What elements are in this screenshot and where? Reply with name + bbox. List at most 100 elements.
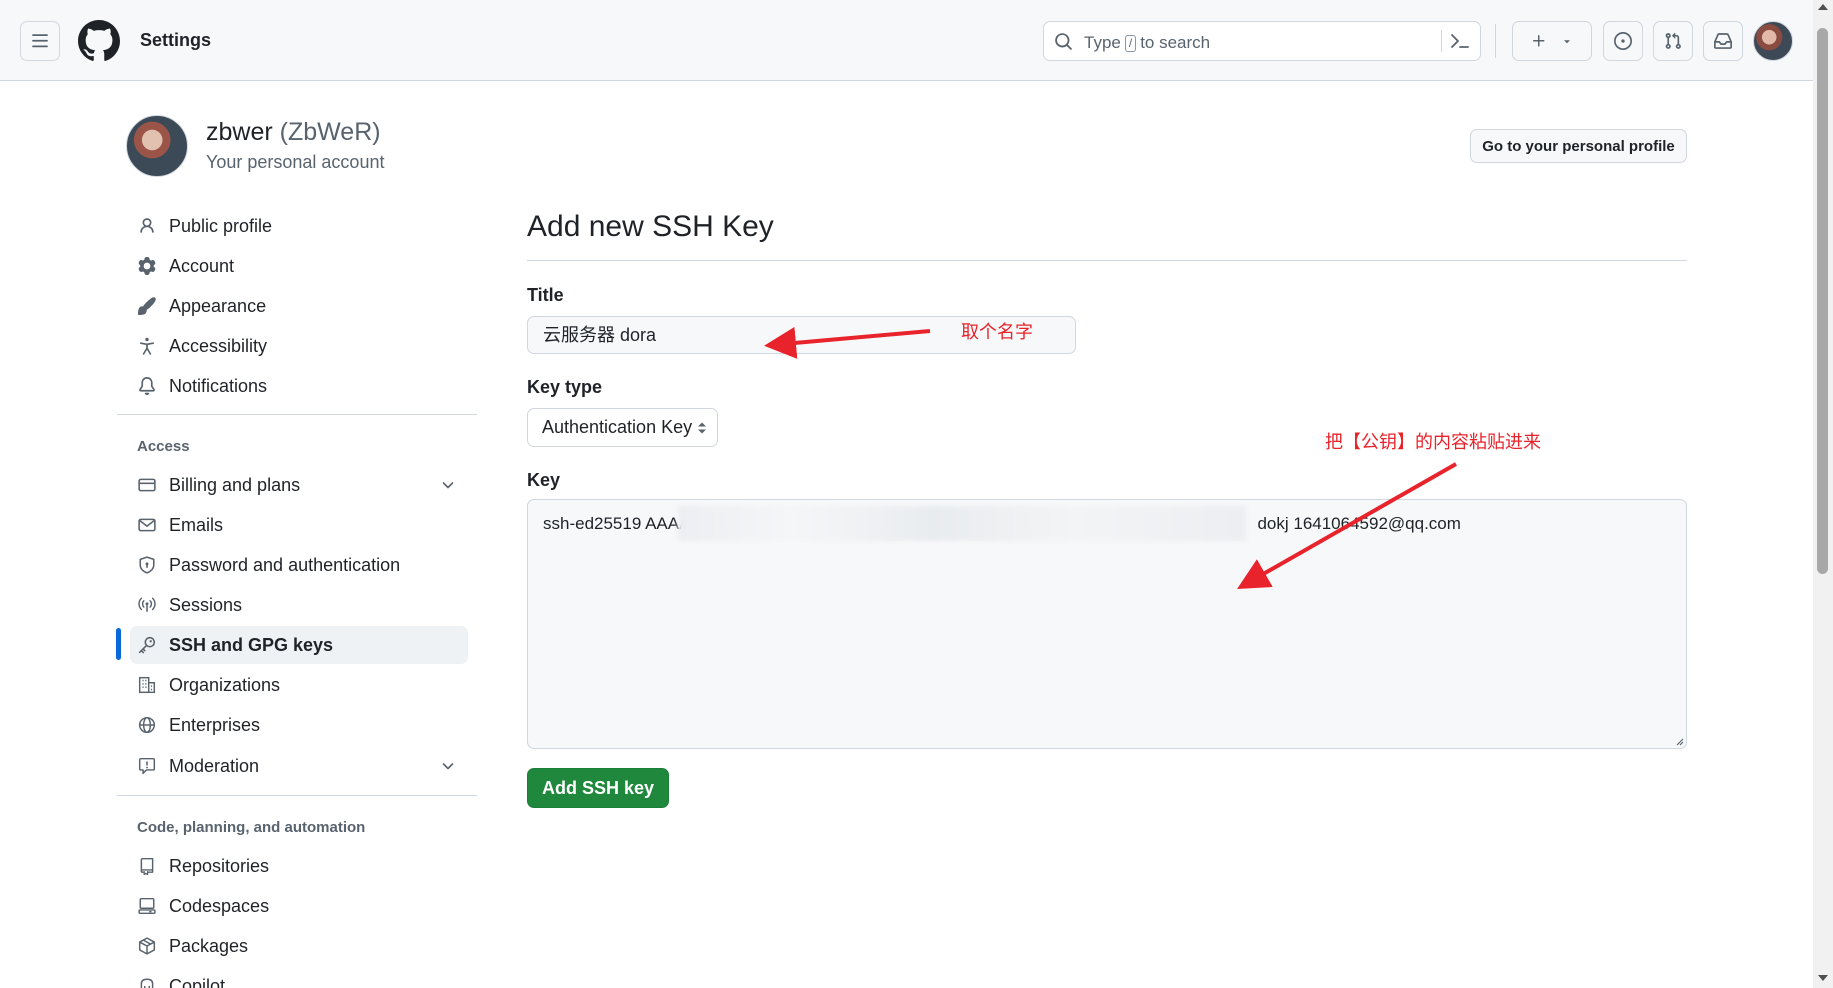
page-title: Add new SSH Key bbox=[527, 210, 774, 243]
sidebar-item-label: Copilot bbox=[169, 975, 226, 988]
header-divider bbox=[1495, 24, 1496, 58]
key-textarea[interactable]: ssh-ed25519 AAAA dokj 1641064592@qq.com bbox=[527, 499, 1687, 749]
resize-grip-icon[interactable] bbox=[1674, 736, 1684, 746]
copilot-icon bbox=[140, 978, 154, 988]
annotation-key-note: 把【公钥】的内容粘贴进来 bbox=[1325, 432, 1541, 453]
plus-icon bbox=[1533, 35, 1545, 47]
github-logo[interactable] bbox=[78, 20, 120, 62]
sidebar-item-label: Enterprises bbox=[169, 714, 261, 735]
sidebar-item-label: Moderation bbox=[169, 755, 260, 776]
bell-icon bbox=[139, 377, 155, 395]
sidebar-item-label: Emails bbox=[169, 514, 224, 535]
add-ssh-key-button[interactable]: Add SSH key bbox=[527, 768, 669, 808]
sidebar-item-packages[interactable]: Packages bbox=[130, 927, 468, 965]
globe-icon bbox=[138, 716, 156, 734]
repo-icon bbox=[140, 857, 154, 875]
pull-requests-button[interactable] bbox=[1653, 21, 1693, 61]
scrollbar-thumb[interactable] bbox=[1817, 28, 1828, 574]
sidebar-item-password-authentication[interactable]: Password and authentication bbox=[130, 546, 468, 584]
sidebar-item-label: Public profile bbox=[169, 215, 273, 236]
account-name[interactable]: zbwer (ZbWeR) bbox=[206, 118, 381, 147]
sidebar-item-label: SSH and GPG keys bbox=[169, 634, 334, 655]
sidebar-item-label: Repositories bbox=[169, 855, 270, 876]
command-palette-icon[interactable] bbox=[1450, 32, 1470, 50]
shield-lock-icon bbox=[139, 556, 155, 574]
title-divider bbox=[527, 260, 1687, 261]
sidebar-item-label: Notifications bbox=[169, 375, 268, 396]
search-input[interactable]: Type / to search bbox=[1043, 21, 1481, 61]
search-divider bbox=[1441, 30, 1442, 52]
package-icon bbox=[138, 937, 156, 955]
key-type-select[interactable]: Authentication Key bbox=[527, 408, 718, 447]
sidebar-item-label: Sessions bbox=[169, 594, 243, 615]
sidebar-item-sessions[interactable]: Sessions bbox=[130, 586, 468, 624]
sidebar-item-label: Packages bbox=[169, 935, 249, 956]
open-navigation-button[interactable] bbox=[20, 21, 60, 61]
sidebar-item-appearance[interactable]: Appearance bbox=[130, 287, 468, 325]
search-placeholder: Type / to search bbox=[1084, 33, 1211, 52]
report-icon bbox=[138, 757, 156, 775]
menu-icon bbox=[32, 34, 48, 48]
avatar[interactable] bbox=[126, 115, 188, 177]
sidebar-item-accessibility[interactable]: Accessibility bbox=[130, 327, 468, 365]
scroll-down-arrow-icon[interactable] bbox=[1818, 975, 1828, 981]
chevron-down-icon[interactable] bbox=[440, 758, 456, 774]
credit-card-icon bbox=[138, 478, 156, 492]
search-shortcut-key: / bbox=[1124, 35, 1137, 52]
sidebar-item-enterprises[interactable]: Enterprises bbox=[130, 706, 468, 744]
sidebar-item-notifications[interactable]: Notifications bbox=[130, 367, 468, 405]
inbox-button[interactable] bbox=[1703, 21, 1743, 61]
account-subtitle: Your personal account bbox=[206, 152, 385, 172]
organization-icon bbox=[138, 676, 156, 694]
sidebar-item-account[interactable]: Account bbox=[130, 247, 468, 285]
sidebar-item-copilot[interactable]: Copilot bbox=[130, 967, 468, 988]
sidebar-item-label: Accessibility bbox=[169, 335, 268, 356]
sidebar-item-organizations[interactable]: Organizations bbox=[130, 666, 468, 704]
key-icon bbox=[138, 636, 156, 654]
sidebar-item-label: Appearance bbox=[169, 295, 267, 316]
key-redaction-blur bbox=[678, 506, 1246, 541]
sidebar-heading-code: Code, planning, and automation bbox=[137, 819, 366, 836]
title-field-label: Title bbox=[527, 285, 564, 305]
create-new-button[interactable] bbox=[1512, 21, 1592, 61]
sidebar-item-label: Password and authentication bbox=[169, 554, 401, 575]
accessibility-icon bbox=[139, 337, 155, 355]
scroll-up-arrow-icon[interactable] bbox=[1818, 4, 1828, 10]
sidebar-item-moderation[interactable]: Moderation bbox=[130, 747, 468, 785]
triangle-down-icon bbox=[1564, 40, 1570, 44]
go-to-profile-button[interactable]: Go to your personal profile bbox=[1470, 129, 1687, 163]
key-field-label: Key bbox=[527, 470, 561, 490]
chevron-down-icon[interactable] bbox=[440, 477, 456, 493]
select-caret-icon bbox=[698, 422, 706, 434]
sidebar-item-codespaces[interactable]: Codespaces bbox=[130, 887, 468, 925]
key-type-value: Authentication Key bbox=[542, 417, 693, 437]
issues-button[interactable] bbox=[1603, 21, 1643, 61]
sidebar-item-label: Codespaces bbox=[169, 895, 270, 916]
sidebar-item-emails[interactable]: Emails bbox=[130, 506, 468, 544]
sidebar-divider bbox=[117, 795, 477, 796]
codespaces-icon bbox=[138, 897, 156, 915]
paintbrush-icon bbox=[138, 297, 156, 315]
sidebar-item-label: Organizations bbox=[169, 674, 281, 695]
sidebar-divider bbox=[117, 414, 477, 415]
user-avatar-menu[interactable] bbox=[1753, 21, 1793, 61]
pull-request-icon bbox=[1665, 32, 1681, 49]
key-type-label: Key type bbox=[527, 377, 603, 397]
issue-icon bbox=[1614, 32, 1632, 50]
sidebar-item-billing[interactable]: Billing and plans bbox=[130, 466, 468, 504]
mail-icon bbox=[138, 518, 156, 532]
sidebar-item-label: Account bbox=[169, 255, 235, 276]
annotation-title-note: 取个名字 bbox=[961, 322, 1033, 343]
context-title[interactable]: Settings bbox=[140, 30, 211, 51]
active-indicator bbox=[116, 628, 121, 660]
app-header: Settings Type / to search bbox=[0, 0, 1813, 81]
sidebar-item-ssh-gpg-keys[interactable]: SSH and GPG keys bbox=[130, 626, 468, 664]
inbox-icon bbox=[1714, 33, 1732, 49]
sidebar-item-repositories[interactable]: Repositories bbox=[130, 847, 468, 885]
broadcast-icon bbox=[138, 597, 156, 612]
person-icon bbox=[140, 218, 154, 233]
gear-icon bbox=[138, 257, 156, 275]
sidebar-item-public-profile[interactable]: Public profile bbox=[130, 207, 468, 245]
search-icon bbox=[1055, 33, 1072, 50]
sidebar-item-label: Billing and plans bbox=[169, 474, 301, 495]
